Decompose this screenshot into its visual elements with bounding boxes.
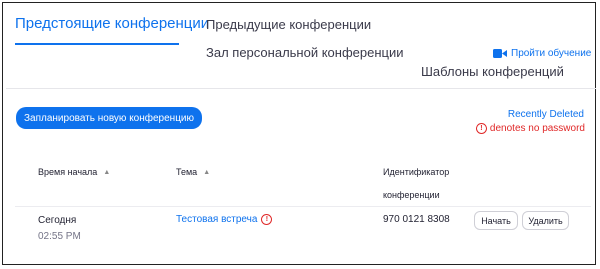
meeting-time: 02:55 PM: [38, 231, 81, 242]
tabs-divider: [6, 88, 596, 89]
tab-personal-meeting-room[interactable]: Зал персональной конференции: [206, 45, 403, 60]
table-header-divider: [15, 206, 591, 207]
column-header-meeting-id-line2: конференции: [383, 190, 440, 200]
get-training-link[interactable]: Пройти обучение: [493, 48, 591, 59]
video-camera-icon: [493, 49, 507, 58]
column-header-meeting-id: Идентификатор: [383, 167, 450, 177]
tab-previous-meetings[interactable]: Предыдущие конференции: [206, 17, 371, 32]
delete-meeting-button[interactable]: Удалить: [522, 211, 569, 230]
active-tab-indicator: [15, 43, 179, 45]
recently-deleted-link[interactable]: Recently Deleted: [508, 109, 584, 120]
meeting-day: Сегодня: [38, 215, 77, 226]
column-header-start-time-label: Время начала: [38, 167, 98, 177]
column-header-start-time[interactable]: Время начала ▲: [38, 167, 110, 177]
meeting-id: 970 0121 8308: [383, 214, 450, 225]
meetings-panel: Предстоящие конференции Предыдущие конфе…: [2, 2, 596, 265]
sort-icon: ▲: [203, 168, 210, 176]
tab-upcoming-meetings[interactable]: Предстоящие конференции: [15, 15, 209, 32]
alert-circle-icon: !: [475, 123, 487, 134]
get-training-label: Пройти обучение: [511, 48, 592, 59]
meeting-topic-link[interactable]: Тестовая встреча !: [176, 214, 273, 225]
column-header-topic[interactable]: Тема ▲: [176, 167, 210, 177]
sort-icon: ▲: [103, 168, 110, 176]
alert-circle-icon: !: [261, 214, 273, 225]
no-password-text: denotes no password: [489, 123, 585, 134]
schedule-new-meeting-button[interactable]: Запланировать новую конференцию: [16, 107, 202, 129]
meeting-topic-label: Тестовая встреча: [176, 214, 258, 225]
column-header-topic-label: Тема: [176, 167, 198, 177]
no-password-legend: ! denotes no password: [475, 123, 585, 134]
tab-meeting-templates[interactable]: Шаблоны конференций: [421, 64, 564, 79]
start-meeting-button[interactable]: Начать: [474, 211, 518, 230]
